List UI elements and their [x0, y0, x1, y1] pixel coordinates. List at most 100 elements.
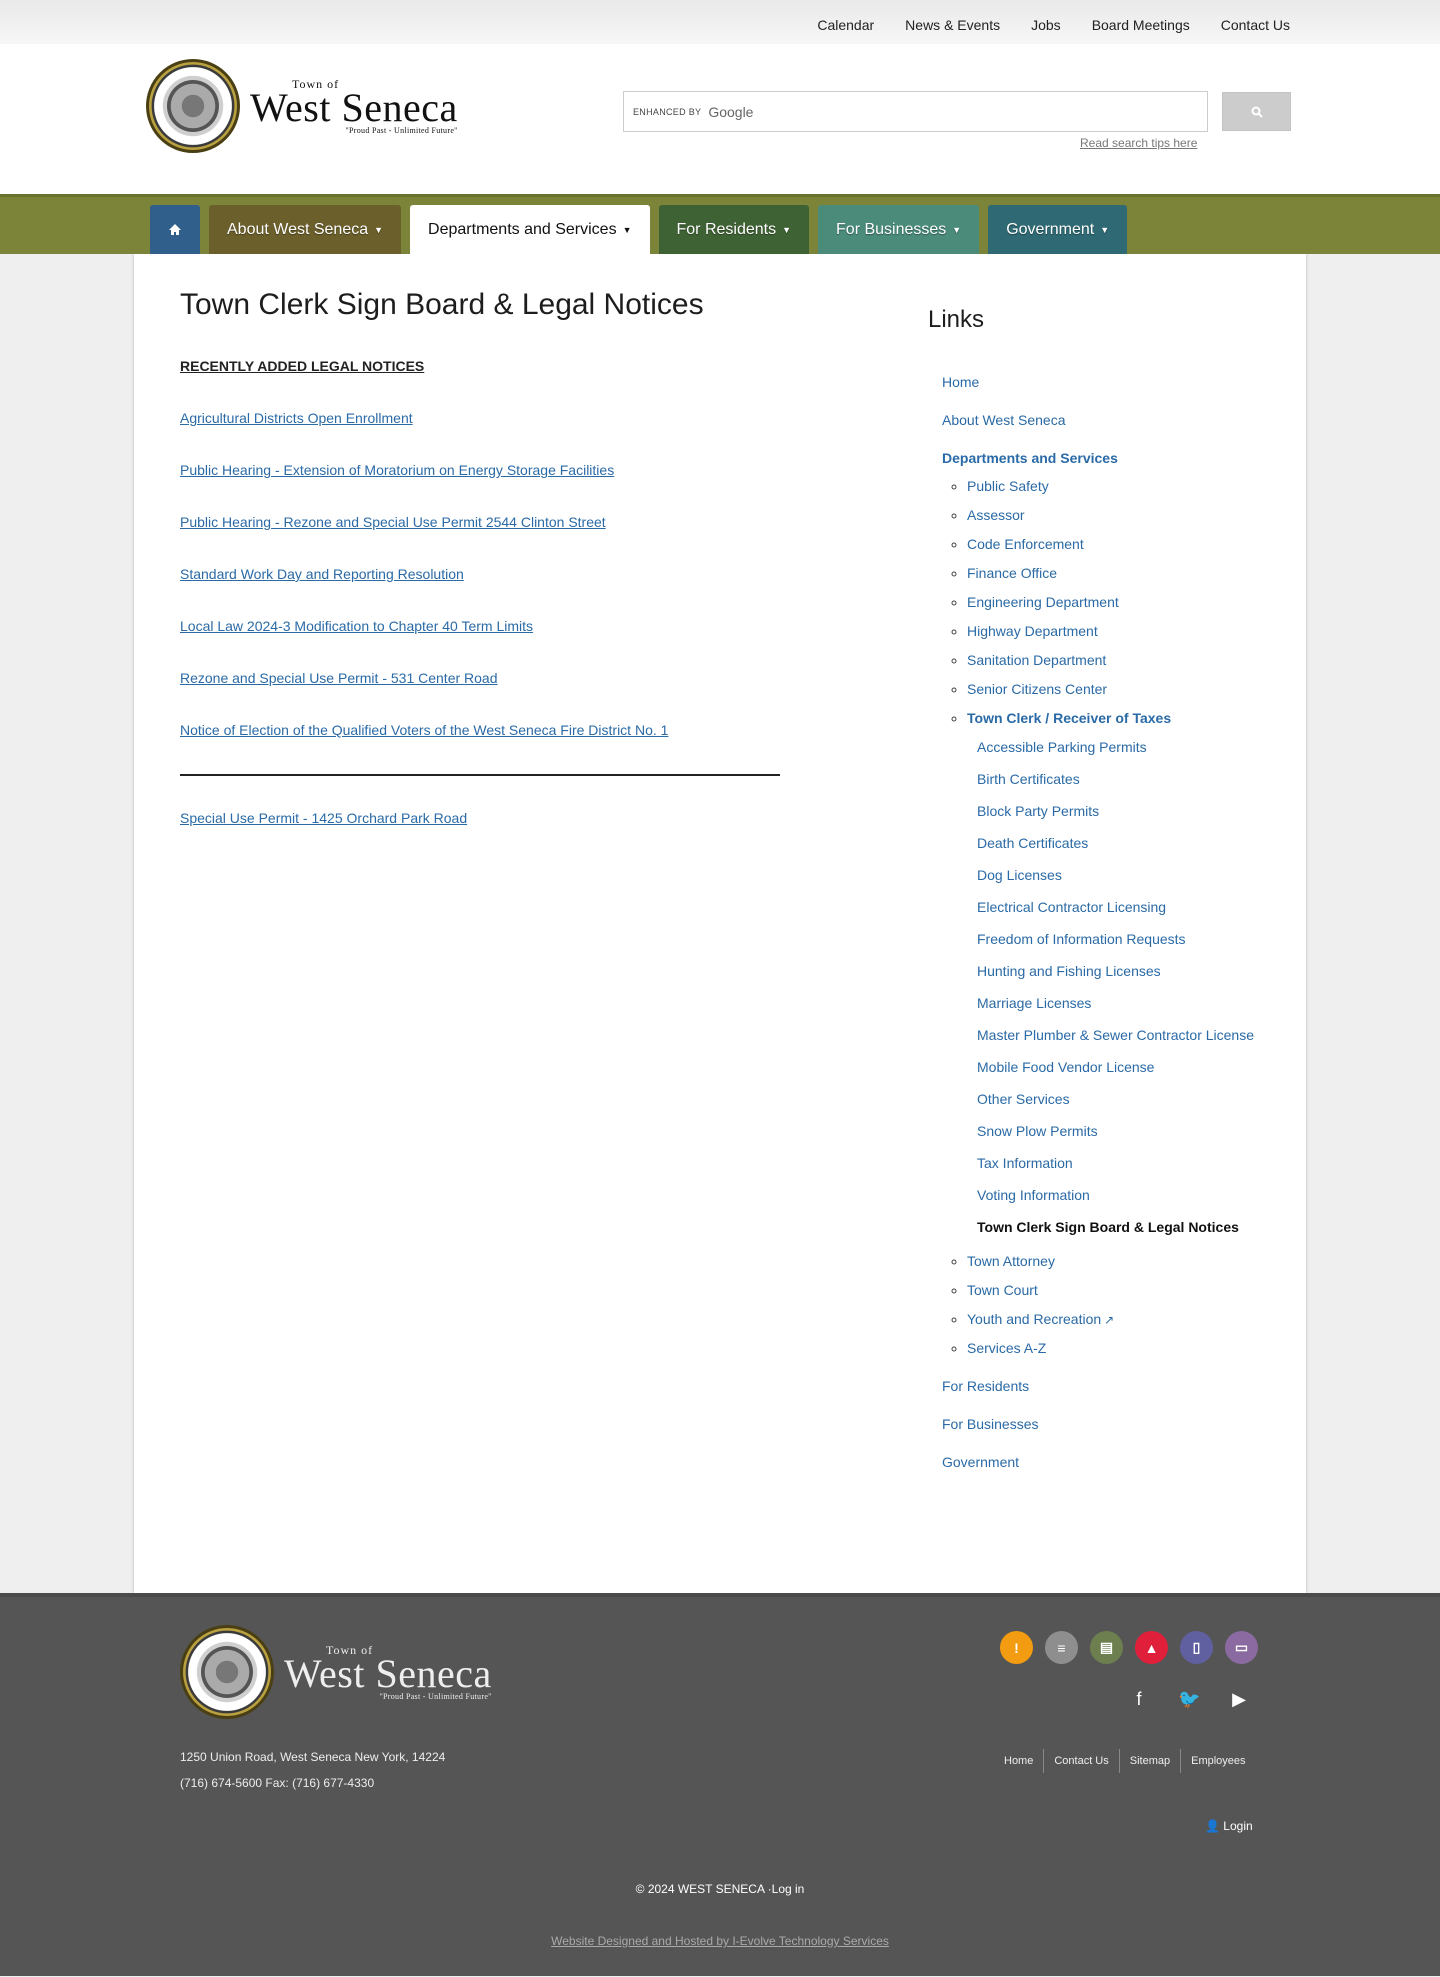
notice-link[interactable]: Rezone and Special Use Permit - 531 Cent…: [180, 670, 874, 686]
directory-icon[interactable]: ▤: [1090, 1631, 1123, 1664]
department-item: Town Court: [967, 1282, 1306, 1298]
sidebar-link-government[interactable]: Government: [942, 1454, 1019, 1470]
notice-link[interactable]: Public Hearing - Extension of Moratorium…: [180, 462, 874, 478]
twitter-icon[interactable]: 🐦: [1178, 1689, 1200, 1710]
town-clerk-link[interactable]: Master Plumber & Sewer Contractor Licens…: [977, 1027, 1254, 1043]
utility-link-jobs[interactable]: Jobs: [1031, 17, 1061, 33]
login-link[interactable]: 👤 Login: [1205, 1819, 1253, 1833]
department-link[interactable]: Town Court: [967, 1282, 1038, 1298]
town-clerk-link[interactable]: Tax Information: [977, 1155, 1073, 1171]
utility-link-board-meetings[interactable]: Board Meetings: [1092, 17, 1190, 33]
department-link-town-clerk[interactable]: Town Clerk / Receiver of Taxes: [967, 710, 1171, 726]
sidebar-link-for-businesses[interactable]: For Businesses: [942, 1416, 1038, 1432]
sidebar-link-about[interactable]: About West Seneca: [942, 412, 1065, 428]
town-clerk-link[interactable]: Birth Certificates: [977, 771, 1080, 787]
department-item: Senior Citizens Center: [967, 681, 1306, 697]
calendar-icon[interactable]: ▭: [1225, 1631, 1258, 1664]
footer-links: Home Contact Us Sitemap Employees: [994, 1749, 1256, 1773]
department-link[interactable]: Assessor: [967, 507, 1025, 523]
town-clerk-link[interactable]: Snow Plow Permits: [977, 1123, 1098, 1139]
utility-link-news-events[interactable]: News & Events: [905, 17, 1000, 33]
main-nav: About West Seneca ▼ Departments and Servi…: [0, 194, 1440, 254]
credit-link[interactable]: Website Designed and Hosted by I-Evolve …: [551, 1934, 889, 1948]
town-clerk-item: Tax Information: [977, 1154, 1306, 1173]
site-logo[interactable]: Town of West Seneca "Proud Past - Unlimi…: [146, 59, 458, 153]
notice-link[interactable]: Public Hearing - Rezone and Special Use …: [180, 514, 874, 530]
utility-link-calendar[interactable]: Calendar: [817, 17, 874, 33]
town-clerk-item: Marriage Licenses: [977, 994, 1306, 1013]
quick-links: ! ≡ ▤ ▲ ▯ ▭: [1000, 1631, 1258, 1664]
sidebar-item: About West Seneca: [942, 412, 1306, 428]
footer-link-home[interactable]: Home: [994, 1749, 1043, 1773]
footer-link-sitemap[interactable]: Sitemap: [1118, 1749, 1180, 1773]
town-clerk-link[interactable]: Mobile Food Vendor License: [977, 1059, 1154, 1075]
town-clerk-link[interactable]: Other Services: [977, 1091, 1070, 1107]
older-notice-list: Special Use Permit - 1425 Orchard Park R…: [180, 810, 874, 826]
sidebar-link-for-residents[interactable]: For Residents: [942, 1378, 1029, 1394]
search-button[interactable]: [1222, 92, 1291, 131]
department-link[interactable]: Senior Citizens Center: [967, 681, 1107, 697]
notice-link[interactable]: Agricultural Districts Open Enrollment: [180, 410, 874, 426]
town-clerk-link[interactable]: Accessible Parking Permits: [977, 739, 1147, 755]
town-clerk-link[interactable]: Block Party Permits: [977, 803, 1099, 819]
notice-link[interactable]: Special Use Permit - 1425 Orchard Park R…: [180, 810, 874, 826]
search-icon: [1251, 106, 1263, 118]
youtube-icon[interactable]: ▶: [1228, 1689, 1250, 1710]
department-link[interactable]: Finance Office: [967, 565, 1057, 581]
department-link[interactable]: Engineering Department: [967, 594, 1119, 610]
alert-icon[interactable]: !: [1000, 1631, 1033, 1664]
user-icon: 👤: [1205, 1819, 1220, 1833]
department-link[interactable]: Public Safety: [967, 478, 1049, 494]
footer-link-contact-us[interactable]: Contact Us: [1043, 1749, 1118, 1773]
search-input[interactable]: ENHANCED BY Google: [623, 91, 1208, 132]
wordmark: Town of West Seneca "Proud Past - Unlimi…: [284, 1643, 492, 1701]
nav-about-west-seneca[interactable]: About West Seneca ▼: [209, 205, 402, 254]
town-clerk-item: Freedom of Information Requests: [977, 930, 1306, 949]
nav-for-businesses[interactable]: For Businesses ▼: [818, 205, 980, 254]
footer-link-employees[interactable]: Employees: [1180, 1749, 1255, 1773]
caret-down-icon: ▼: [374, 224, 384, 235]
sidebar-link-departments[interactable]: Departments and Services: [942, 450, 1118, 466]
department-link[interactable]: Highway Department: [967, 623, 1098, 639]
town-clerk-link[interactable]: Electrical Contractor Licensing: [977, 899, 1166, 915]
nav-for-residents[interactable]: For Residents ▼: [658, 205, 810, 254]
department-link[interactable]: Services A-Z: [967, 1340, 1046, 1356]
town-clerk-link[interactable]: Freedom of Information Requests: [977, 931, 1186, 947]
utility-nav: Calendar News & Events Jobs Board Meetin…: [786, 17, 1290, 33]
town-clerk-link[interactable]: Dog Licenses: [977, 867, 1062, 883]
department-link[interactable]: Code Enforcement: [967, 536, 1084, 552]
town-clerk-link[interactable]: Hunting and Fishing Licenses: [977, 963, 1161, 979]
sidebar-link-home[interactable]: Home: [942, 374, 979, 390]
town-clerk-item-current: Town Clerk Sign Board & Legal Notices: [977, 1218, 1306, 1237]
department-link[interactable]: Sanitation Department: [967, 652, 1106, 668]
town-clerk-sublist: Accessible Parking Permits Birth Certific…: [967, 738, 1306, 1237]
facebook-icon[interactable]: f: [1128, 1689, 1150, 1710]
town-clerk-link[interactable]: Voting Information: [977, 1187, 1090, 1203]
utility-link-contact-us[interactable]: Contact Us: [1221, 17, 1290, 33]
sidebar: Links Home About West Seneca Departments…: [874, 254, 1306, 1593]
notice-link[interactable]: Notice of Election of the Qualified Vote…: [180, 722, 874, 738]
nav-home[interactable]: [150, 205, 200, 254]
notice-link[interactable]: Local Law 2024-3 Modification to Chapter…: [180, 618, 874, 634]
sidebar-links: Home About West Seneca Departments and S…: [928, 374, 1306, 1470]
town-clerk-item: Mobile Food Vendor License: [977, 1058, 1306, 1077]
forms-icon[interactable]: ≡: [1045, 1631, 1078, 1664]
emergency-icon[interactable]: ▲: [1135, 1631, 1168, 1664]
notice-link[interactable]: Standard Work Day and Reporting Resoluti…: [180, 566, 874, 582]
nav-departments-and-services[interactable]: Departments and Services ▼: [410, 205, 650, 254]
town-clerk-link[interactable]: Marriage Licenses: [977, 995, 1091, 1011]
department-item: Public Safety: [967, 478, 1306, 494]
department-link[interactable]: Town Attorney: [967, 1253, 1055, 1269]
department-item: Sanitation Department: [967, 652, 1306, 668]
department-item: Youth and Recreation↗: [967, 1311, 1306, 1327]
department-link[interactable]: Youth and Recreation: [967, 1311, 1101, 1327]
sidebar-item: For Businesses: [942, 1416, 1306, 1432]
town-clerk-link[interactable]: Death Certificates: [977, 835, 1088, 851]
search-tips-link[interactable]: Read search tips here: [1080, 136, 1197, 150]
footer-logo[interactable]: Town of West Seneca "Proud Past - Unlimi…: [180, 1625, 492, 1719]
town-clerk-item: Accessible Parking Permits: [977, 738, 1306, 757]
town-clerk-item: Hunting and Fishing Licenses: [977, 962, 1306, 981]
nav-government[interactable]: Government ▼: [988, 205, 1128, 254]
book-icon[interactable]: ▯: [1180, 1631, 1213, 1664]
department-item: Finance Office: [967, 565, 1306, 581]
